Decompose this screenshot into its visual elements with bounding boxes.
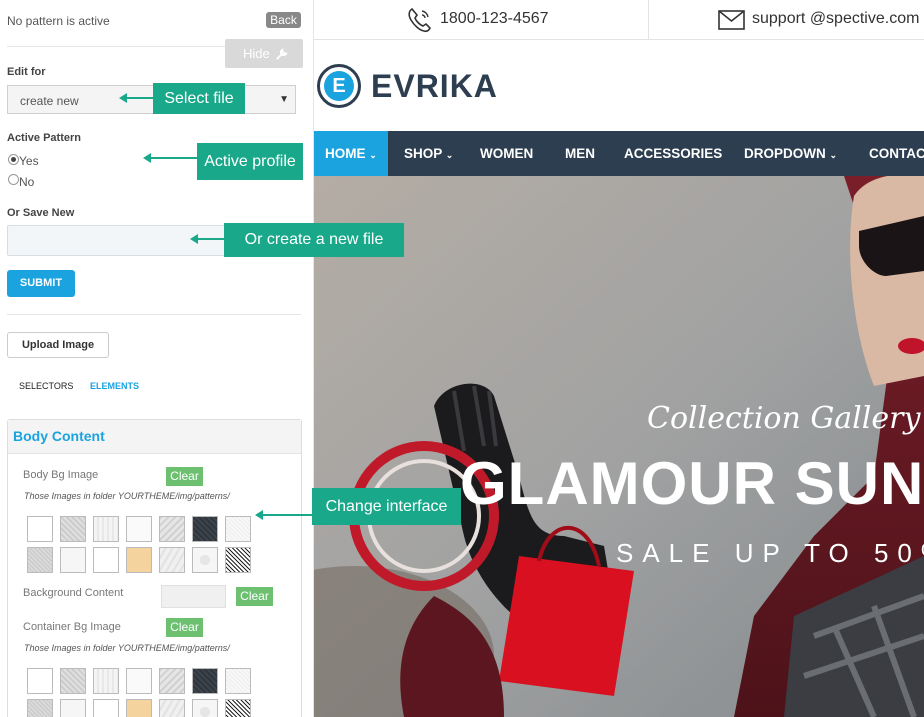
pattern-status: No pattern is active (7, 14, 110, 28)
pattern-swatch[interactable] (93, 668, 119, 694)
pattern-swatch[interactable] (126, 699, 152, 717)
back-button[interactable]: Back (266, 12, 301, 28)
chevron-down-icon: ⌄ (829, 150, 838, 160)
nav-label: ACCESSORIES (624, 146, 723, 161)
website-preview: 1800-123-4567 support @spective.com E EV… (314, 0, 924, 717)
nav-label: MEN (565, 146, 595, 161)
clear-body-bg-button[interactable]: Clear (166, 467, 203, 486)
nav-men[interactable]: MEN (565, 131, 595, 176)
container-bg-label: Container Bg Image (23, 621, 121, 633)
nav-label: WOMEN (480, 146, 534, 161)
active-pattern-label: Active Pattern (7, 132, 81, 144)
pattern-swatch[interactable] (225, 516, 251, 542)
radio-no-label: No (19, 175, 35, 189)
pattern-swatch[interactable] (93, 699, 119, 717)
folder-note: Those Images in folder YOURTHEME/img/pat… (24, 491, 230, 501)
pattern-swatch[interactable] (27, 516, 53, 542)
callout-arrow (143, 153, 197, 163)
logo-letter: E (332, 75, 346, 97)
envelope-icon (718, 10, 745, 35)
nav-label: CONTAC (869, 146, 924, 161)
pattern-swatch[interactable] (27, 668, 53, 694)
bg-content-input[interactable] (161, 585, 226, 608)
nav-accessories[interactable]: ACCESSORIES (624, 131, 722, 176)
edit-for-value: create new (20, 94, 79, 108)
pattern-swatch[interactable] (192, 547, 218, 573)
clear-bg-content-button[interactable]: Clear (236, 587, 273, 606)
support-email[interactable]: support @spective.com (752, 10, 919, 28)
section-title[interactable]: Body Content (8, 420, 301, 454)
callout-create-file: Or create a new file (224, 223, 404, 257)
bg-content-label: Background Content (23, 587, 124, 599)
nav-contact[interactable]: CONTAC (869, 131, 924, 176)
nav-label: DROPDOWN (744, 146, 826, 161)
callout-arrow (190, 234, 224, 244)
tab-selectors[interactable]: SELECTORS (19, 381, 73, 391)
callout-active-profile: Active profile (197, 143, 303, 180)
pattern-swatch[interactable] (126, 516, 152, 542)
pattern-swatch[interactable] (159, 547, 185, 573)
pattern-swatch[interactable] (60, 668, 86, 694)
callout-arrow (119, 93, 154, 103)
radio-yes-label: Yes (19, 154, 39, 168)
logo-text: EVRIKA (371, 68, 498, 104)
pattern-swatch[interactable] (93, 547, 119, 573)
hero-photo (314, 176, 924, 717)
pattern-swatch[interactable] (192, 516, 218, 542)
pattern-swatch[interactable] (225, 668, 251, 694)
clear-container-bg-button[interactable]: Clear (166, 618, 203, 637)
hide-button[interactable]: Hide (225, 39, 303, 68)
pattern-swatch[interactable] (60, 547, 86, 573)
body-bg-label: Body Bg Image (23, 469, 99, 481)
pattern-swatch[interactable] (27, 699, 53, 717)
folder-note: Those Images in folder YOURTHEME/img/pat… (24, 643, 230, 653)
edit-for-select[interactable]: create new ▼ (7, 85, 296, 114)
save-new-label: Or Save New (7, 207, 75, 219)
pattern-swatch[interactable] (27, 547, 53, 573)
nav-women[interactable]: WOMEN (480, 131, 533, 176)
hide-button-label: Hide (243, 46, 270, 61)
pattern-swatch[interactable] (159, 668, 185, 694)
hero-sale-text: SALE UP TO 50% (616, 538, 924, 568)
pattern-swatch[interactable] (126, 668, 152, 694)
pattern-swatch[interactable] (159, 516, 185, 542)
pattern-swatch[interactable] (159, 699, 185, 717)
wrench-icon (275, 39, 288, 68)
main-nav: HOME ⌄ SHOP ⌄ WOMEN MEN ACCESSORIES DROP… (314, 131, 924, 176)
chevron-down-icon: ⌄ (369, 150, 377, 160)
nav-label: SHOP (404, 146, 443, 161)
chevron-down-icon: ⌄ (445, 150, 454, 160)
nav-label: HOME (325, 146, 366, 161)
callout-select-file: Select file (153, 83, 245, 114)
upload-image-button[interactable]: Upload Image (7, 332, 109, 358)
submit-button[interactable]: SUBMIT (7, 270, 75, 297)
nav-home[interactable]: HOME ⌄ (314, 131, 388, 176)
nav-dropdown[interactable]: DROPDOWN ⌄ (744, 131, 837, 176)
pattern-swatch[interactable] (60, 516, 86, 542)
hero-script-text: Collection Gallery Ey (647, 401, 924, 436)
phone-number[interactable]: 1800-123-4567 (440, 10, 549, 28)
pattern-swatch[interactable] (60, 699, 86, 717)
phone-icon (405, 6, 433, 39)
top-contact-bar: 1800-123-4567 support @spective.com (314, 0, 924, 40)
pattern-swatch[interactable] (225, 547, 251, 573)
callout-change-interface: Change interface (312, 488, 461, 525)
hero-title: GLAMOUR SUNG (460, 450, 924, 517)
hero-slider: Collection Gallery Ey GLAMOUR SUNG SALE … (314, 176, 924, 717)
edit-for-label: Edit for (7, 66, 46, 78)
pattern-swatch[interactable] (192, 699, 218, 717)
pattern-swatch[interactable] (126, 547, 152, 573)
callout-arrow (255, 510, 312, 520)
pattern-swatch[interactable] (93, 516, 119, 542)
radio-no[interactable] (8, 174, 19, 185)
body-content-section: Body Content Body Bg Image Clear Those I… (7, 419, 302, 717)
radio-yes[interactable] (8, 154, 19, 165)
dropdown-arrow-icon: ▼ (279, 94, 289, 105)
tab-elements[interactable]: ELEMENTS (90, 381, 139, 391)
divider (7, 314, 301, 315)
divider (648, 0, 649, 40)
pattern-swatch[interactable] (225, 699, 251, 717)
nav-shop[interactable]: SHOP ⌄ (404, 131, 453, 176)
pattern-swatch[interactable] (192, 668, 218, 694)
